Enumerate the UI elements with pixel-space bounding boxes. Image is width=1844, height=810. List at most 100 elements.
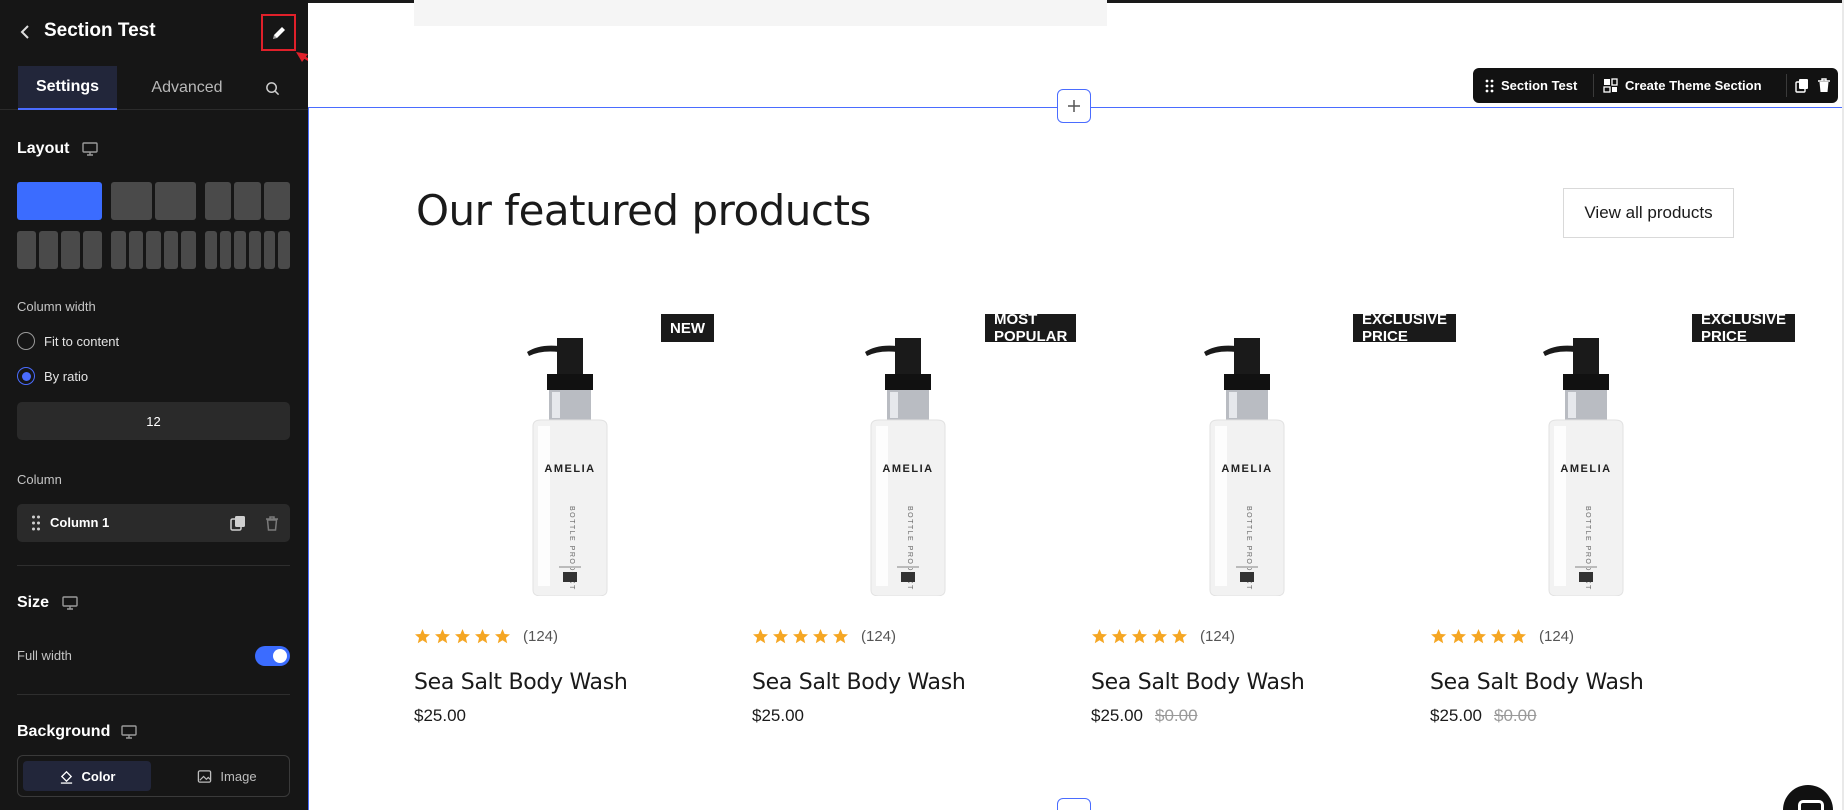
pencil-icon <box>272 26 285 39</box>
product-image-area: AMELIA BOTTLE PRODUCT EXCLUSIVE PRICE <box>1430 306 1796 596</box>
add-section-button[interactable] <box>1057 89 1091 123</box>
product-image[interactable]: AMELIA BOTTLE PRODUCT <box>519 326 609 596</box>
background-color-option[interactable]: Color <box>23 761 151 791</box>
price-row: $25.00 <box>414 706 466 726</box>
full-width-label: Full width <box>17 648 72 663</box>
rename-button[interactable] <box>261 14 296 51</box>
chevron-left-icon <box>20 25 29 39</box>
tab-settings[interactable]: Settings <box>18 66 117 110</box>
product-badge: MOST POPULAR <box>985 311 1077 345</box>
bottle-brand: AMELIA <box>882 463 933 475</box>
star-icon <box>1132 629 1147 644</box>
sidebar-header: Section Test <box>0 0 308 66</box>
ratio-input[interactable]: 12 <box>17 402 290 440</box>
star-icon <box>1092 629 1107 644</box>
product-price: $25.00 <box>1091 706 1143 725</box>
product-card[interactable]: AMELIA BOTTLE PRODUCT MOST POPULAR (124)… <box>752 306 1077 746</box>
layout-option-2-columns[interactable] <box>111 182 196 220</box>
review-count: (124) <box>1539 628 1575 645</box>
background-color-label: Color <box>81 768 116 784</box>
trash-icon[interactable] <box>264 515 280 531</box>
product-image-area: AMELIA BOTTLE PRODUCT MOST POPULAR <box>752 306 1077 596</box>
product-card[interactable]: AMELIA BOTTLE PRODUCT EXCLUSIVE PRICE (1… <box>1091 306 1457 746</box>
layout-heading: Layout <box>17 140 70 157</box>
layout-option-1-column[interactable] <box>17 182 102 220</box>
layout-option-5-columns[interactable] <box>111 231 196 269</box>
product-name[interactable]: Sea Salt Body Wash <box>1091 670 1305 695</box>
toolbar-delete-button[interactable] <box>1817 68 1831 103</box>
product-price: $25.00 <box>752 706 804 725</box>
product-image[interactable]: AMELIA BOTTLE PRODUCT <box>857 326 947 596</box>
star-icon <box>475 629 490 644</box>
star-icon <box>1152 629 1167 644</box>
star-icon <box>833 629 848 644</box>
column-list-item[interactable]: Column 1 <box>17 504 290 542</box>
review-count: (124) <box>523 628 559 645</box>
review-count: (124) <box>861 628 897 645</box>
product-name[interactable]: Sea Salt Body Wash <box>414 670 628 695</box>
full-width-toggle[interactable] <box>255 646 290 666</box>
product-image-area: AMELIA BOTTLE PRODUCT EXCLUSIVE PRICE <box>1091 306 1457 596</box>
layout-option-6-columns[interactable] <box>205 231 291 269</box>
toolbar-separator <box>1593 74 1594 97</box>
price-row: $25.00 <box>752 706 804 726</box>
section-divider <box>17 694 290 695</box>
duplicate-icon <box>1795 79 1808 93</box>
section-drag-label[interactable]: Section Test <box>1485 68 1577 103</box>
rating-stars: (124) <box>1091 628 1235 645</box>
layout-grid-icon <box>1603 78 1618 93</box>
tab-advanced[interactable]: Advanced <box>132 66 242 110</box>
product-name[interactable]: Sea Salt Body Wash <box>1430 670 1644 695</box>
star-icon <box>1112 629 1127 644</box>
desktop-icon <box>121 725 137 739</box>
star-icon <box>813 629 828 644</box>
paint-bucket-icon <box>60 770 72 784</box>
back-button[interactable] <box>14 20 38 44</box>
toolbar-section-name: Section Test <box>1501 78 1578 93</box>
duplicate-icon[interactable] <box>230 515 246 531</box>
rating-stars: (124) <box>414 628 558 645</box>
image-icon <box>198 769 212 783</box>
star-icon <box>793 629 808 644</box>
sidebar-title: Section Test <box>44 20 156 41</box>
product-card[interactable]: AMELIA BOTTLE PRODUCT NEW (124) Sea Salt… <box>414 306 714 746</box>
background-image-option[interactable]: Image <box>168 761 286 791</box>
create-theme-section-button[interactable]: Create Theme Section <box>1603 68 1762 103</box>
search-icon <box>265 81 279 95</box>
product-card[interactable]: AMELIA BOTTLE PRODUCT EXCLUSIVE PRICE (1… <box>1430 306 1796 746</box>
column-width-label: Column width <box>17 299 96 314</box>
layout-option-4-columns[interactable] <box>17 231 102 269</box>
radio-circle-selected <box>17 367 35 385</box>
desktop-icon <box>82 142 98 156</box>
layout-option-3-columns[interactable] <box>205 182 290 220</box>
toolbar-duplicate-button[interactable] <box>1795 68 1809 103</box>
radio-fit-to-content[interactable]: Fit to content <box>17 332 119 350</box>
bottle-brand: AMELIA <box>1221 463 1272 475</box>
star-icon <box>435 629 450 644</box>
bottle-brand: AMELIA <box>1560 463 1611 475</box>
rating-stars: (124) <box>1430 628 1574 645</box>
product-name[interactable]: Sea Salt Body Wash <box>752 670 966 695</box>
background-type-switch: Color Image <box>17 755 290 797</box>
drag-handle-icon <box>1485 79 1494 92</box>
bottle-brand: AMELIA <box>544 463 595 475</box>
search-button[interactable] <box>258 66 286 110</box>
radio-by-ratio[interactable]: By ratio <box>17 367 88 385</box>
product-image[interactable]: AMELIA BOTTLE PRODUCT <box>1196 326 1286 596</box>
compare-at-price: $0.00 <box>1494 706 1537 725</box>
star-icon <box>753 629 768 644</box>
compare-at-price: $0.00 <box>1155 706 1198 725</box>
add-section-button-bottom[interactable] <box>1057 798 1091 810</box>
star-icon <box>1491 629 1506 644</box>
star-icon <box>1431 629 1446 644</box>
product-image[interactable]: AMELIA BOTTLE PRODUCT <box>1535 326 1625 596</box>
editor-canvas: Section Test Create Theme Section Our fe… <box>308 0 1844 810</box>
background-image-label: Image <box>220 768 257 784</box>
view-all-products-button[interactable]: View all products <box>1563 188 1734 238</box>
star-icon <box>1471 629 1486 644</box>
drag-handle-icon[interactable] <box>31 515 41 531</box>
star-icon <box>773 629 788 644</box>
price-row: $25.00 $0.00 <box>1091 706 1198 726</box>
trash-icon <box>1818 78 1830 92</box>
review-count: (124) <box>1200 628 1236 645</box>
